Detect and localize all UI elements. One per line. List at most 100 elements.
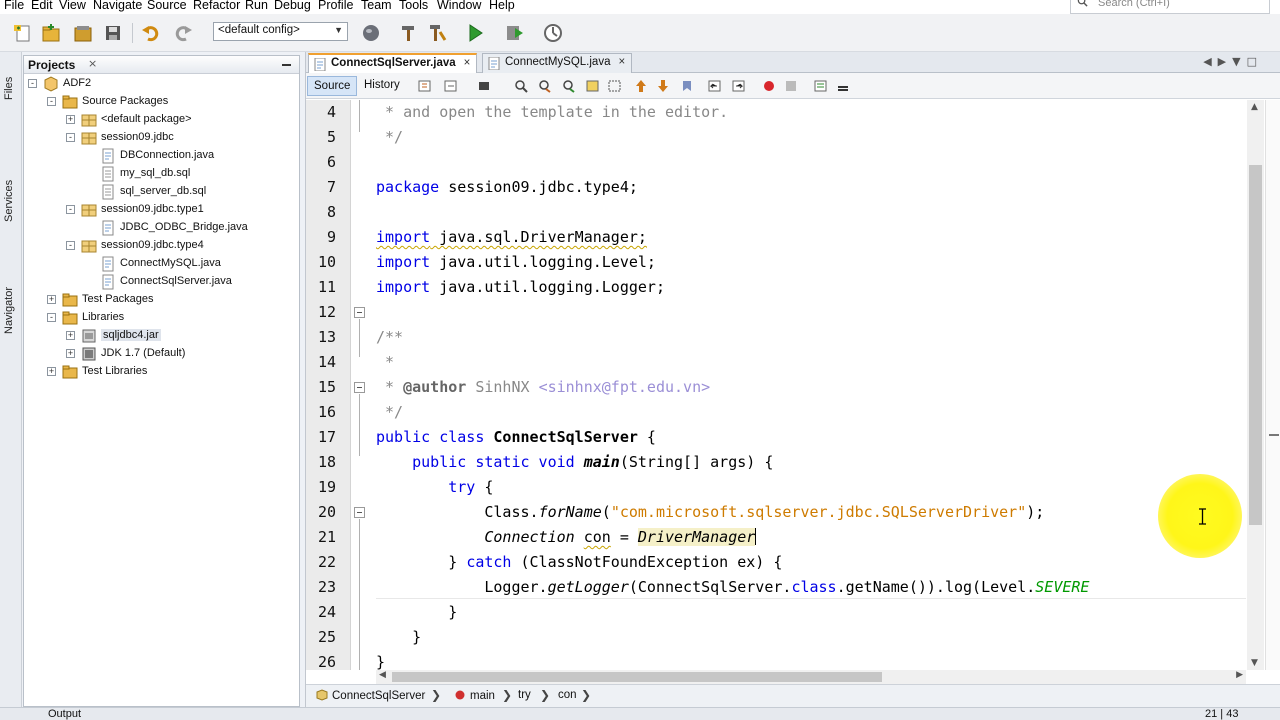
close-icon[interactable]: ×	[618, 56, 625, 68]
tab-connectsqlserver[interactable]: ConnectSqlServer.java ×	[308, 53, 478, 73]
vertical-scrollbar[interactable]: ▲ ▼	[1247, 100, 1264, 670]
menu-profile[interactable]: Profile	[318, 0, 353, 12]
navigator-tab[interactable]: Navigator	[3, 287, 15, 334]
run-icon[interactable]	[464, 22, 486, 44]
services-tab[interactable]: Services	[3, 180, 15, 222]
tree-item[interactable]: - ADF2	[24, 75, 294, 93]
menu-team[interactable]: Team	[361, 0, 392, 12]
breadcrumb-variable[interactable]: con	[558, 689, 577, 701]
find-previous-icon[interactable]	[538, 79, 552, 93]
menu-tools[interactable]: Tools	[399, 0, 428, 12]
comment-icon[interactable]	[814, 79, 828, 93]
files-tab[interactable]: Files	[3, 77, 15, 100]
scroll-thumb[interactable]	[1249, 165, 1262, 525]
tree-item[interactable]: DBConnection.java	[24, 147, 294, 165]
config-select[interactable]: <default config> ▼	[213, 22, 348, 41]
menu-refactor[interactable]: Refactor	[193, 0, 240, 12]
menu-file[interactable]: File	[4, 0, 24, 12]
menu-source[interactable]: Source	[147, 0, 187, 12]
expand-icon[interactable]: +	[66, 331, 75, 340]
search-box[interactable]: Search (Ctrl+I)	[1070, 0, 1270, 14]
fold-toggle-icon[interactable]	[354, 507, 365, 518]
back-icon[interactable]	[444, 79, 458, 93]
tree-item[interactable]: - Libraries	[24, 309, 294, 327]
tree-item[interactable]: - session09.jdbc.type1	[24, 201, 294, 219]
close-icon[interactable]: ×	[464, 57, 471, 69]
expand-icon[interactable]: +	[47, 295, 56, 304]
profile-icon[interactable]	[542, 22, 564, 44]
new-project-icon[interactable]	[40, 22, 62, 44]
fold-toggle-icon[interactable]	[354, 382, 365, 393]
history-tab[interactable]: History	[358, 76, 406, 96]
horizontal-scrollbar[interactable]: ◀ ▶	[376, 670, 1246, 684]
menu-navigate[interactable]: Navigate	[93, 0, 142, 12]
last-edit-icon[interactable]	[418, 79, 432, 93]
breadcrumb-try[interactable]: try	[518, 689, 531, 701]
previous-bookmark-icon[interactable]	[634, 79, 648, 93]
undo-icon[interactable]	[140, 22, 162, 44]
save-all-icon[interactable]	[102, 22, 124, 44]
forward-icon[interactable]	[478, 79, 492, 93]
new-file-icon[interactable]	[12, 22, 34, 44]
menu-window[interactable]: Window	[437, 0, 481, 12]
uncomment-icon[interactable]	[836, 79, 850, 93]
scroll-left-icon[interactable]: ◀	[379, 670, 386, 680]
expand-icon[interactable]: +	[66, 349, 75, 358]
tab-connectmysql[interactable]: ConnectMySQL.java ×	[482, 53, 633, 73]
globe-icon[interactable]	[360, 22, 382, 44]
tree-item[interactable]: + <default package>	[24, 111, 294, 129]
tree-item[interactable]: + Test Packages	[24, 291, 294, 309]
tree-item[interactable]: - session09.jdbc.type4	[24, 237, 294, 255]
menu-help[interactable]: Help	[489, 0, 515, 12]
collapse-icon[interactable]: -	[47, 313, 56, 322]
menu-view[interactable]: View	[59, 0, 86, 12]
debug-icon[interactable]	[504, 22, 526, 44]
open-project-icon[interactable]	[72, 22, 94, 44]
error-stripe[interactable]	[1265, 100, 1280, 670]
collapse-icon[interactable]: -	[28, 79, 37, 88]
next-bookmark-icon[interactable]	[656, 79, 670, 93]
collapse-icon[interactable]: -	[66, 205, 75, 214]
find-icon[interactable]	[514, 79, 528, 93]
build-hammer-icon[interactable]	[398, 22, 420, 44]
shift-left-icon[interactable]	[708, 79, 722, 93]
expand-icon[interactable]: +	[47, 367, 56, 376]
tree-item[interactable]: sql_server_db.sql	[24, 183, 294, 201]
source-tab[interactable]: Source	[307, 76, 358, 96]
menu-edit[interactable]: Edit	[31, 0, 53, 12]
code-editor[interactable]: 4 5 6 7 8 9 10 11 12 13 14 15 16 17 18 19 20 21 22 23 24 25 26…	[306, 100, 1246, 670]
breadcrumb-method[interactable]: main	[454, 689, 495, 702]
toggle-highlight-icon[interactable]	[586, 79, 600, 93]
redo-icon[interactable]	[172, 22, 194, 44]
scroll-up-icon[interactable]: ▲	[1251, 102, 1258, 112]
menu-run[interactable]: Run	[245, 0, 268, 12]
expand-icon[interactable]: +	[66, 115, 75, 124]
tab-navigation[interactable]: ◀▶▼□	[1203, 55, 1263, 68]
start-macro-icon[interactable]	[762, 79, 776, 93]
close-icon[interactable]: ×	[88, 57, 97, 70]
rectangular-selection-icon[interactable]	[608, 79, 622, 93]
projects-title[interactable]: Projects	[28, 58, 75, 72]
tree-item[interactable]: - Source Packages	[24, 93, 294, 111]
tree-item[interactable]: my_sql_db.sql	[24, 165, 294, 183]
collapse-icon[interactable]: -	[66, 241, 75, 250]
scroll-right-icon[interactable]: ▶	[1236, 670, 1243, 680]
minimize-icon[interactable]	[282, 64, 291, 66]
output-tab[interactable]: Output	[48, 708, 81, 720]
tree-item[interactable]: ConnectMySQL.java	[24, 255, 294, 273]
shift-right-icon[interactable]	[732, 79, 746, 93]
scroll-down-icon[interactable]: ▼	[1251, 658, 1258, 668]
find-next-icon[interactable]	[562, 79, 576, 93]
collapse-icon[interactable]: -	[66, 133, 75, 142]
breadcrumb-class[interactable]: ConnectSqlServer	[316, 689, 425, 702]
fold-toggle-icon[interactable]	[354, 307, 365, 318]
clean-build-icon[interactable]	[426, 22, 448, 44]
tree-item[interactable]: + JDK 1.7 (Default)	[24, 345, 294, 363]
toggle-bookmark-icon[interactable]	[680, 79, 694, 93]
tree-item[interactable]: JDBC_ODBC_Bridge.java	[24, 219, 294, 237]
collapse-icon[interactable]: -	[47, 97, 56, 106]
tree-item[interactable]: ConnectSqlServer.java	[24, 273, 294, 291]
tree-item[interactable]: - session09.jdbc	[24, 129, 294, 147]
menu-debug[interactable]: Debug	[274, 0, 311, 12]
scroll-thumb[interactable]	[392, 672, 882, 682]
